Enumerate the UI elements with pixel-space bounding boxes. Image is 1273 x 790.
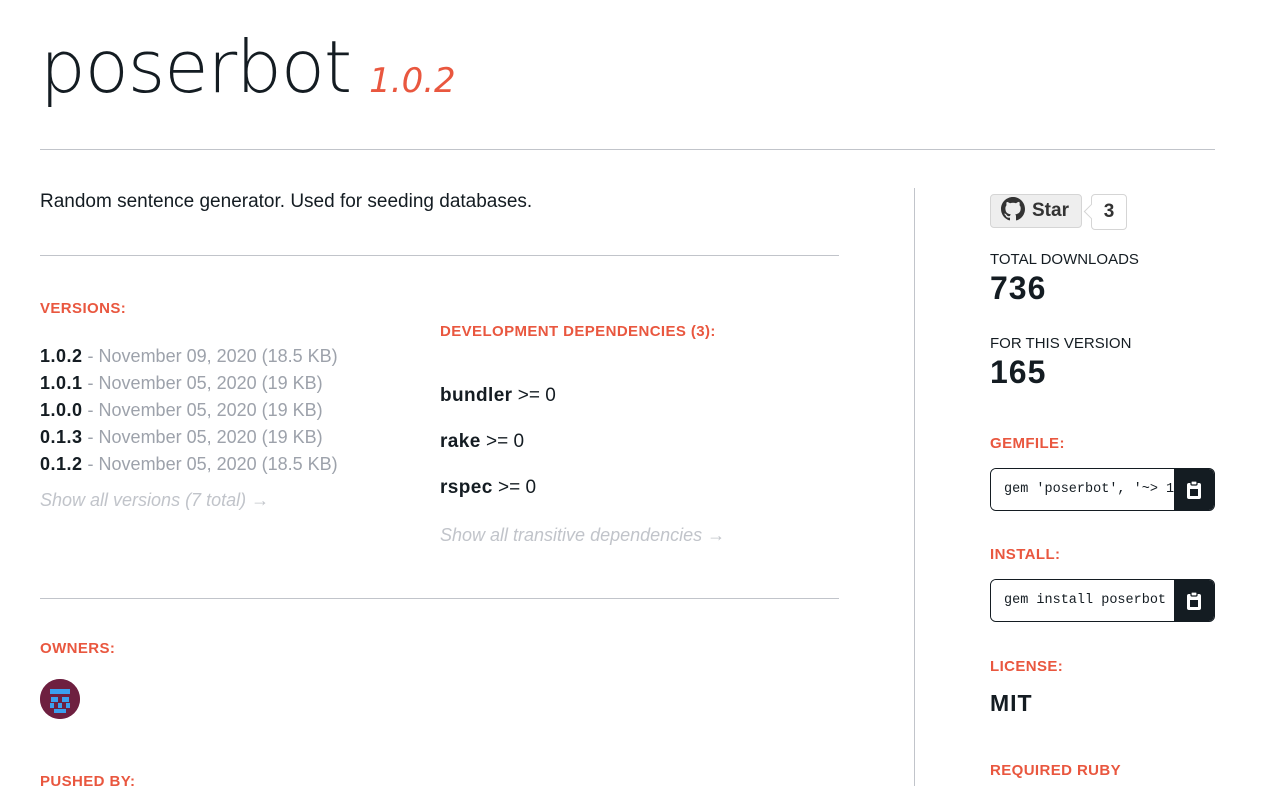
version-link[interactable]: 1.0.2 [40,346,83,366]
dependency-link[interactable]: rake [440,431,481,452]
version-detail: - November 05, 2020 (18.5 KB) [82,454,338,474]
required-ruby-title: REQUIRED RUBY [990,762,1122,779]
install-input[interactable] [991,580,1175,621]
dependencies-list: bundler >= 0 rake >= 0 rspec >= 0 [440,384,556,522]
show-all-versions-link[interactable]: Show all versions (7 total) → [40,490,269,511]
github-star-count[interactable]: 3 [1091,194,1127,230]
dependency-link[interactable]: bundler [440,385,512,406]
page-title: poserbot 1.0.2 [40,22,456,112]
gem-name: poserbot [40,25,352,109]
version-item: 0.1.2 - November 05, 2020 (18.5 KB) [40,451,338,478]
gemfile-copy-box [990,468,1215,511]
version-detail: - November 05, 2020 (19 KB) [82,427,323,447]
dependency-link[interactable]: rspec [440,477,493,498]
license-title: LICENSE: [990,658,1064,675]
description-divider [40,255,839,256]
show-transitive-dependencies-link[interactable]: Show all transitive dependencies → [440,525,725,546]
versions-title: VERSIONS: [40,300,127,317]
dependency-item: bundler >= 0 [440,384,556,407]
install-title: INSTALL: [990,546,1061,563]
version-detail: - November 09, 2020 (18.5 KB) [82,346,338,366]
dependency-item: rake >= 0 [440,430,556,453]
version-downloads-label: FOR THIS VERSION [990,335,1132,352]
gemfile-copy-button[interactable] [1174,469,1214,510]
version-item: 1.0.0 - November 05, 2020 (19 KB) [40,397,338,424]
gemfile-title: GEMFILE: [990,435,1065,452]
gem-version: 1.0.2 [369,61,456,101]
owner-avatar-image [40,679,80,719]
dependency-item: rspec >= 0 [440,476,556,499]
version-link[interactable]: 1.0.1 [40,373,83,393]
sidebar-divider [914,188,915,786]
gem-description: Random sentence generator. Used for seed… [40,191,533,212]
version-item: 1.0.2 - November 09, 2020 (18.5 KB) [40,343,338,370]
version-link[interactable]: 0.1.2 [40,454,83,474]
header-divider [40,149,1215,150]
version-detail: - November 05, 2020 (19 KB) [82,373,323,393]
total-downloads-value: 736 [990,270,1047,306]
version-link[interactable]: 1.0.0 [40,400,83,420]
owners-title: OWNERS: [40,640,116,657]
dependency-requirement: >= 0 [512,385,556,406]
version-link[interactable]: 0.1.3 [40,427,83,447]
version-downloads-value: 165 [990,354,1047,390]
versions-list: 1.0.2 - November 09, 2020 (18.5 KB) 1.0.… [40,343,338,478]
owner-avatar[interactable] [40,679,80,719]
pushed-by-title: PUSHED BY: [40,773,136,790]
github-icon [1001,196,1025,226]
gemfile-input[interactable] [991,469,1175,510]
install-copy-box [990,579,1215,622]
clipboard-icon [1187,479,1201,499]
dependency-requirement: >= 0 [492,477,537,498]
dependency-requirement: >= 0 [480,431,525,452]
license-value: MIT [990,690,1033,716]
github-star-button[interactable]: Star [990,194,1082,228]
version-detail: - November 05, 2020 (19 KB) [82,400,323,420]
version-item: 0.1.3 - November 05, 2020 (19 KB) [40,424,338,451]
dependencies-title: DEVELOPMENT DEPENDENCIES (3): [440,323,716,340]
owners-divider [40,598,839,599]
clipboard-icon [1187,590,1201,610]
github-star-label: Star [1032,200,1069,221]
version-item: 1.0.1 - November 05, 2020 (19 KB) [40,370,338,397]
total-downloads-label: TOTAL DOWNLOADS [990,251,1139,268]
install-copy-button[interactable] [1174,580,1214,621]
